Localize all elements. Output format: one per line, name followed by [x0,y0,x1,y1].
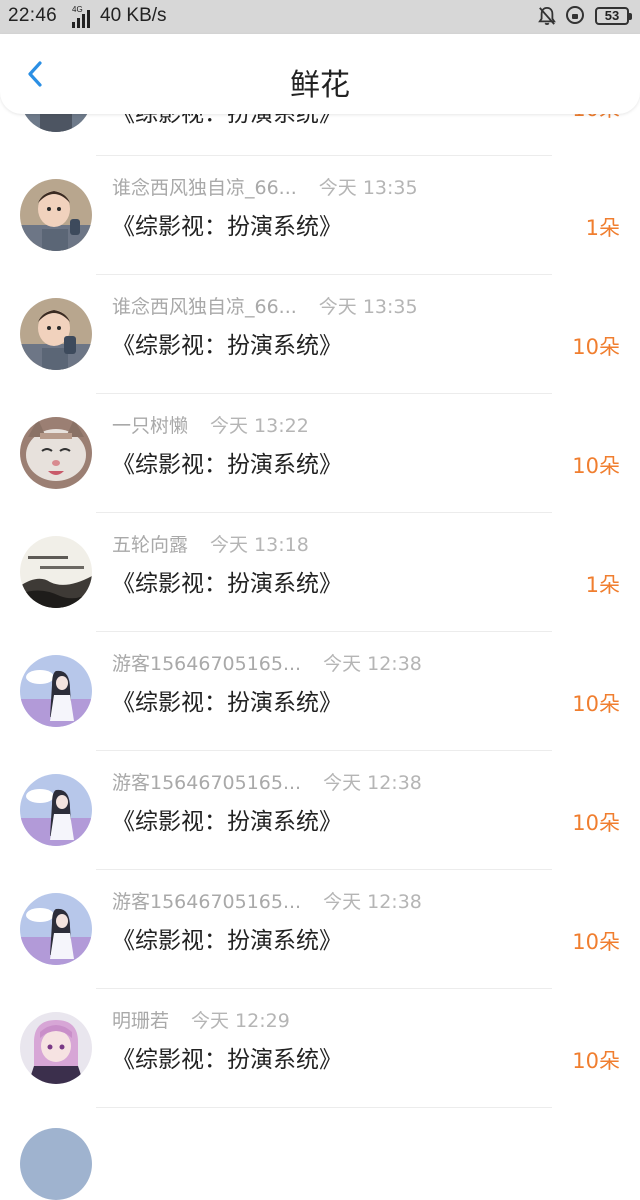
flower-gift-list: 《综影视：扮演系统》 10朵 谁念西风独自凉_66... 今天 13:35 《综影… [0,60,640,1108]
sender-line: 谁念西风独自凉_66... 今天 13:35 [112,292,418,319]
flower-count: 10朵 [572,454,620,478]
book-title: 《综影视：扮演系统》 [112,690,342,716]
list-item[interactable]: 五轮向露 今天 13:18 《综影视：扮演系统》 1朵 [0,513,640,632]
timestamp: 今天 13:22 [210,415,309,437]
page-title: 鲜花 [290,68,350,103]
sender-name: 游客15646705165... [112,653,302,675]
flower-count: 10朵 [572,335,620,359]
list-item[interactable]: 游客15646705165... 今天 12:38 《综影视：扮演系统》 10朵 [0,870,640,989]
rotation-lock-icon [566,6,584,24]
sender-name: 一只树懒 [112,415,189,437]
sender-name: 游客15646705165... [112,772,302,794]
flower-count: 10朵 [572,692,620,716]
sender-name: 谁念西风独自凉_66... [112,296,297,318]
sender-line: 五轮向露 今天 13:18 [112,530,309,557]
list-item[interactable]: 游客15646705165... 今天 12:38 《综影视：扮演系统》 10朵 [0,751,640,870]
list-item[interactable]: 明珊若 今天 12:29 《综影视：扮演系统》 10朵 [0,989,640,1108]
sender-line: 谁念西风独自凉_66... 今天 13:35 [112,173,418,200]
avatar [20,179,92,251]
flower-count: 10朵 [572,930,620,954]
timestamp: 今天 13:35 [318,177,418,199]
avatar [20,655,92,727]
book-title: 《综影视：扮演系统》 [112,333,342,359]
sender-name: 明珊若 [112,1010,170,1032]
timestamp: 今天 12:29 [191,1010,290,1032]
sender-name: 谁念西风独自凉_66... [112,177,297,199]
flower-count: 1朵 [585,216,620,240]
battery-icon: 53 [595,7,632,25]
sender-line: 游客15646705165... 今天 12:38 [112,887,422,914]
network-type: 4G [72,5,83,14]
avatar [20,417,92,489]
avatar [20,774,92,846]
sender-line: 游客15646705165... 今天 12:38 [112,768,422,795]
timestamp: 今天 13:35 [318,296,418,318]
timestamp: 今天 12:38 [323,772,422,794]
cellular-signal-icon: 4G [62,5,96,28]
avatar [20,1012,92,1084]
list-item[interactable]: 谁念西风独自凉_66... 今天 13:35 《综影视：扮演系统》 10朵 [0,275,640,394]
status-bar: 22:46 4G 40 KB/s 53 [0,0,640,34]
avatar [20,298,92,370]
flower-count: 10朵 [572,811,620,835]
sender-line: 一只树懒 今天 13:22 [112,411,309,438]
sender-line: 明珊若 今天 12:29 [112,1006,290,1033]
avatar [20,1128,92,1200]
list-item[interactable]: 游客15646705165... 今天 12:38 《综影视：扮演系统》 10朵 [0,632,640,751]
sender-line: 游客15646705165... 今天 12:38 [112,649,422,676]
avatar [20,893,92,965]
list-item[interactable]: 一只树懒 今天 13:22 《综影视：扮演系统》 10朵 [0,394,640,513]
divider [96,1107,552,1108]
timestamp: 今天 12:38 [323,891,422,913]
flower-count: 1朵 [585,573,620,597]
book-title: 《综影视：扮演系统》 [112,571,342,597]
timestamp: 今天 13:18 [210,534,309,556]
book-title: 《综影视：扮演系统》 [112,809,342,835]
sender-name: 五轮向露 [112,534,189,556]
book-title: 《综影视：扮演系统》 [112,1047,342,1073]
header-bar: 鲜花 [0,34,640,114]
status-time: 22:46 [8,5,58,26]
network-speed: 40 KB/s [100,5,167,26]
avatar [20,536,92,608]
sender-name: 游客15646705165... [112,891,302,913]
book-title: 《综影视：扮演系统》 [112,214,342,240]
book-title: 《综影视：扮演系统》 [112,452,342,478]
list-item[interactable]: 谁念西风独自凉_66... 今天 13:35 《综影视：扮演系统》 1朵 [0,156,640,275]
flower-count: 10朵 [572,1049,620,1073]
bell-muted-icon [538,6,556,25]
book-title: 《综影视：扮演系统》 [112,928,342,954]
timestamp: 今天 12:38 [323,653,422,675]
